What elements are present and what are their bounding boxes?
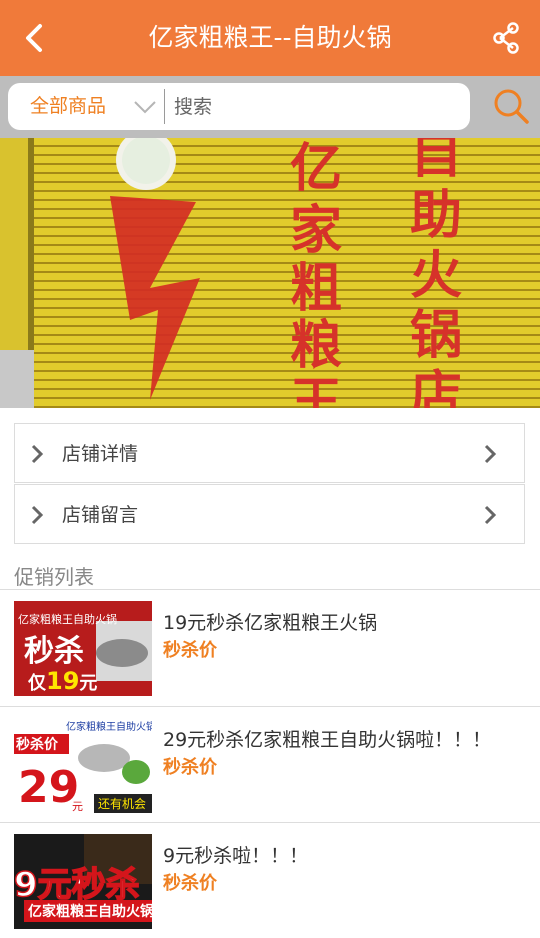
chevron-right-icon: [484, 444, 497, 464]
promo-item[interactable]: 秒杀价 亿家粗粮王自助火锅 29 元 还有机会 29元秒杀亿家粗粮王自助火锅啦！…: [0, 706, 540, 822]
chevron-right-icon: [31, 444, 44, 464]
chevron-down-icon: [134, 101, 156, 114]
svg-text:火: 火: [410, 245, 462, 306]
svg-text:王: 王: [290, 372, 342, 408]
promo-tag: 秒杀价: [163, 757, 217, 778]
promo-thumbnail: 秒杀价 亿家粗粮王自助火锅 29 元 还有机会: [14, 718, 152, 813]
svg-text:亿家粗粮王自助火锅: 亿家粗粮王自助火锅: [66, 720, 152, 733]
svg-text:家: 家: [290, 200, 342, 261]
promo-item[interactable]: 9元秒杀 亿家粗粮王自助火锅 9元秒杀啦！！！ 秒杀价: [0, 822, 540, 938]
svg-text:粮: 粮: [290, 315, 342, 376]
svg-text:9元秒杀: 9元秒杀: [14, 865, 140, 905]
search-bar: 全部商品: [0, 76, 540, 138]
menu-label: 店铺详情: [62, 443, 139, 465]
svg-text:还有机会: 还有机会: [98, 797, 146, 811]
svg-text:粗: 粗: [290, 258, 342, 319]
menu-store-details[interactable]: 店铺详情: [14, 423, 525, 483]
svg-text:助: 助: [410, 185, 462, 246]
svg-text:秒杀价: 秒杀价: [16, 736, 59, 753]
promo-item[interactable]: 亿家粗粮王自助火锅 秒杀 仅19元 19元秒杀亿家粗粮王火锅 秒杀价: [0, 589, 540, 705]
svg-text:亿家粗粮王自助火锅: 亿家粗粮王自助火锅: [18, 612, 117, 626]
store-banner-image: 亿 家 粗 粮 王 自 助 火 锅 店: [0, 138, 540, 408]
svg-text:秒杀: 秒杀: [24, 634, 84, 669]
svg-text:元: 元: [72, 800, 83, 813]
share-icon: [493, 22, 519, 54]
svg-text:亿: 亿: [290, 138, 342, 199]
search-icon: [494, 89, 529, 124]
search-box: 全部商品: [8, 83, 470, 130]
chevron-left-icon: [26, 24, 42, 52]
share-button[interactable]: [486, 18, 526, 58]
promo-title: 19元秒杀亿家粗粮王火锅: [163, 612, 378, 634]
menu-store-messages[interactable]: 店铺留言: [14, 484, 525, 544]
back-button[interactable]: [14, 18, 54, 58]
chevron-right-icon: [31, 505, 44, 525]
top-bar: 亿家粗粮王--自助火锅: [0, 0, 540, 76]
search-divider: [164, 89, 165, 124]
promo-thumbnail: 9元秒杀 亿家粗粮王自助火锅: [14, 834, 152, 929]
search-button[interactable]: [488, 83, 534, 129]
svg-text:29: 29: [18, 762, 79, 813]
promo-title: 29元秒杀亿家粗粮王自助火锅啦！！！: [163, 729, 492, 751]
promo-thumbnail: 亿家粗粮王自助火锅 秒杀 仅19元: [14, 601, 152, 696]
menu-label: 店铺留言: [62, 504, 139, 526]
search-input[interactable]: [170, 89, 470, 124]
svg-text:店: 店: [410, 365, 462, 408]
svg-text:自: 自: [410, 138, 462, 185]
promo-section-title: 促销列表: [14, 565, 94, 589]
category-label: 全部商品: [30, 95, 107, 117]
promo-title: 9元秒杀啦！！！: [163, 845, 309, 867]
svg-text:亿家粗粮王自助火锅: 亿家粗粮王自助火锅: [28, 903, 152, 920]
svg-text:锅: 锅: [410, 305, 462, 366]
promo-tag: 秒杀价: [163, 640, 217, 661]
page-title: 亿家粗粮王--自助火锅: [148, 23, 392, 52]
promo-tag: 秒杀价: [163, 873, 217, 894]
chevron-right-icon: [484, 505, 497, 525]
